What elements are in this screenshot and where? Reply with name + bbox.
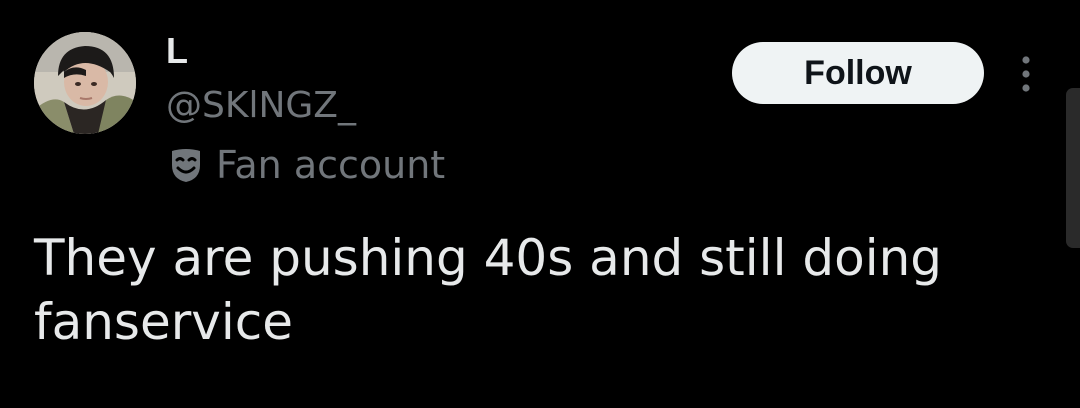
more-vertical-icon	[1022, 56, 1030, 92]
tweet-text: They are pushing 40s and still doing fan…	[34, 229, 943, 351]
follow-button[interactable]: Follow	[732, 42, 984, 104]
display-name[interactable]: L	[166, 30, 188, 72]
scrollbar[interactable]	[1066, 88, 1080, 248]
user-handle[interactable]: @SKlNGZ_	[166, 84, 356, 128]
more-options-button[interactable]	[1008, 52, 1044, 96]
avatar-image	[34, 32, 136, 134]
account-label: Fan account	[166, 142, 445, 188]
tweet-card: L @SKlNGZ_ Fan account Follow They are p…	[0, 0, 1080, 408]
theater-mask-icon	[172, 149, 200, 182]
avatar[interactable]	[34, 32, 136, 134]
account-label-text: Fan account	[216, 143, 446, 187]
